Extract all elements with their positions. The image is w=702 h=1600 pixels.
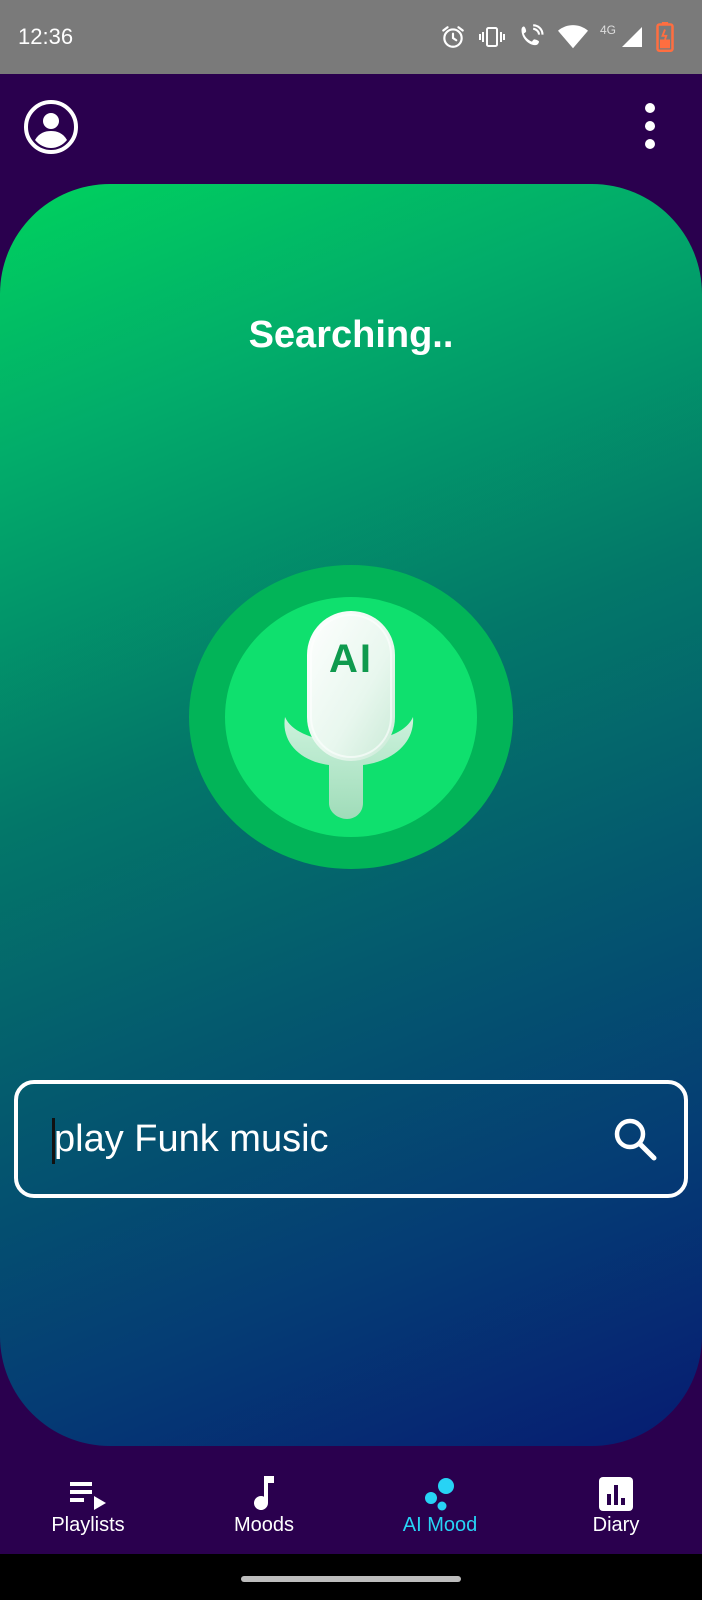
nav-label-ai-mood: AI Mood [402,1514,478,1536]
playlist-play-icon [70,1482,106,1510]
system-navigation-bar [0,1554,702,1600]
home-gesture-handle[interactable] [241,1576,461,1582]
status-time: 12:36 [18,24,74,49]
status-icons: 4G [440,0,674,74]
nav-label-playlists: Playlists [51,1514,125,1536]
ai-search-card: Searching.. AI [0,184,702,1446]
ai-microphone-icon [284,611,414,819]
nav-item-ai-mood[interactable]: AI Mood [352,1446,528,1554]
search-icon[interactable] [610,1114,660,1164]
network-type-label: 4G [599,23,616,37]
account-circle-icon[interactable] [24,100,78,154]
nav-label-moods: Moods [233,1514,295,1536]
search-field[interactable] [14,1080,688,1198]
alarm-icon [442,26,464,48]
bottom-navigation: Playlists Moods AI Mood Diary [0,1446,702,1554]
vibrate-icon [478,27,505,47]
wifi-call-icon [521,24,544,46]
nav-item-moods[interactable]: Moods [176,1446,352,1554]
music-note-icon [254,1476,274,1511]
searching-status-title: Searching.. [248,314,454,356]
status-bar: 12:36 4G [0,0,702,74]
nav-item-playlists[interactable]: Playlists [0,1446,176,1554]
bubbles-icon [425,1478,454,1511]
signal-icon [622,27,642,47]
nav-label-diary: Diary [592,1514,640,1536]
search-input[interactable] [54,1106,594,1172]
more-vert-icon[interactable] [638,102,662,150]
nav-item-diary[interactable]: Diary [528,1446,702,1554]
wifi-icon [557,25,588,49]
bar-chart-icon [599,1477,633,1511]
ai-mic-button[interactable]: AI [189,565,513,869]
battery-icon [656,22,674,52]
mic-badge-text: AI [329,637,373,681]
